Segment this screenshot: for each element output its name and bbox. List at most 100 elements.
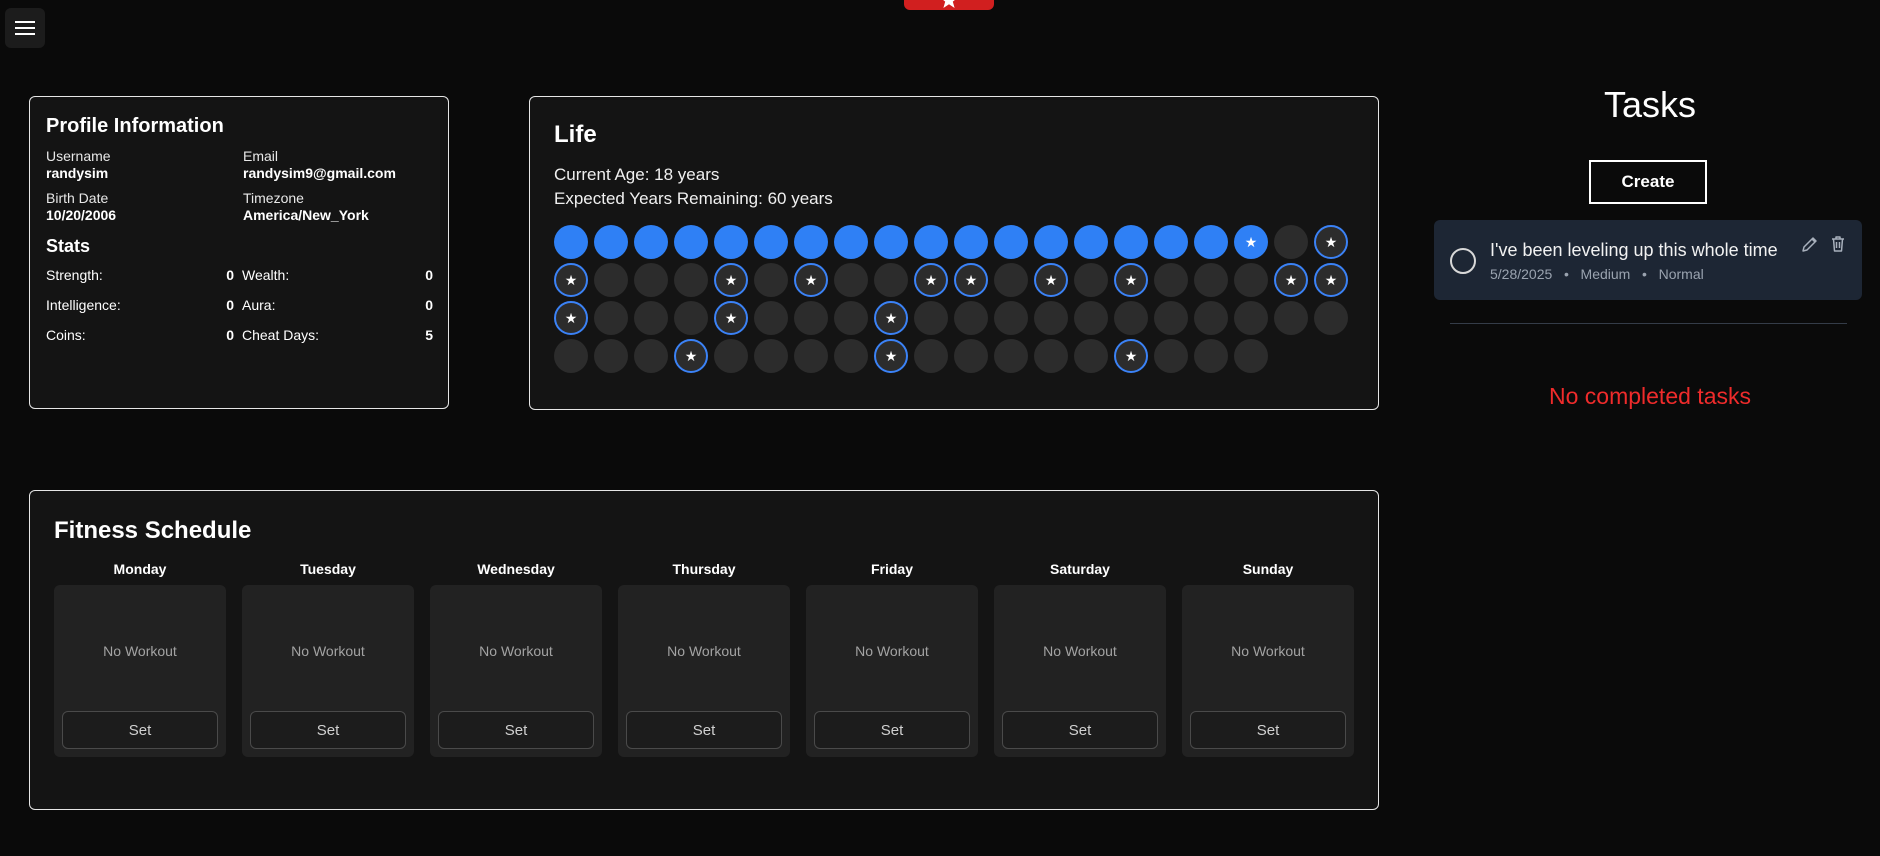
life-year-dot: ★ [1114, 339, 1148, 373]
day-status: No Workout [1043, 643, 1117, 659]
birth-date-value: 10/20/2006 [46, 207, 117, 223]
create-task-button[interactable]: Create [1589, 160, 1707, 204]
fitness-days: Monday No Workout Set Tuesday No Workout… [54, 561, 1354, 757]
stat-label: Cheat Days: [242, 327, 320, 343]
timezone-label: Timezone [243, 190, 304, 206]
set-workout-button[interactable]: Set [62, 711, 218, 749]
life-year-dot: ★ [1034, 263, 1068, 297]
life-year-dot [1234, 339, 1268, 373]
life-year-dot: ★ [874, 301, 908, 335]
day-column-thursday: Thursday No Workout Set [618, 561, 790, 757]
set-workout-button[interactable]: Set [626, 711, 782, 749]
life-year-dot [754, 301, 788, 335]
life-year-dot [1274, 225, 1308, 259]
day-name: Monday [113, 561, 167, 577]
top-red-tab[interactable] [904, 0, 994, 10]
life-year-dot: ★ [794, 263, 828, 297]
life-year-dot [714, 339, 748, 373]
day-name: Friday [870, 561, 913, 577]
life-year-dot [754, 263, 788, 297]
pencil-icon[interactable] [1800, 234, 1820, 254]
life-year-dot [1194, 263, 1228, 297]
expected-years-text: Expected Years Remaining: 60 years [554, 189, 833, 208]
set-workout-button[interactable]: Set [814, 711, 970, 749]
set-workout-button[interactable]: Set [438, 711, 594, 749]
stat-value: 0 [226, 297, 234, 313]
day-status: No Workout [479, 643, 553, 659]
day-card: No Workout Set [618, 585, 790, 757]
life-year-dot [834, 339, 868, 373]
trash-icon[interactable] [1828, 234, 1848, 254]
hamburger-menu-icon [15, 21, 35, 35]
day-status: No Workout [291, 643, 365, 659]
life-year-dot [554, 339, 588, 373]
no-completed-tasks-text: No completed tasks [1549, 383, 1751, 409]
life-year-dot [1074, 225, 1108, 259]
stat-label: Intelligence: [46, 297, 121, 313]
life-year-dot [914, 301, 948, 335]
stat-aura: Aura: 0 [236, 297, 433, 313]
life-year-dot [794, 225, 828, 259]
life-year-dot [1114, 301, 1148, 335]
life-year-dot [634, 225, 668, 259]
life-year-dot [1034, 339, 1068, 373]
menu-button[interactable] [5, 8, 45, 48]
day-status: No Workout [1231, 643, 1305, 659]
life-year-dot [834, 263, 868, 297]
life-year-dot [1194, 225, 1228, 259]
stat-coins: Coins: 0 [46, 327, 234, 343]
set-workout-button[interactable]: Set [1190, 711, 1346, 749]
life-year-dot [594, 301, 628, 335]
tasks-title: Tasks [1603, 84, 1697, 125]
life-year-dot [594, 339, 628, 373]
life-year-dot: ★ [674, 339, 708, 373]
task-meta: 5/28/2025 • Medium • Normal [1490, 266, 1704, 282]
life-year-dot [1234, 263, 1268, 297]
email-label: Email [243, 148, 279, 164]
life-year-dot: ★ [1114, 263, 1148, 297]
life-year-dot [834, 301, 868, 335]
stat-value: 0 [425, 267, 433, 283]
set-workout-button[interactable]: Set [1002, 711, 1158, 749]
stat-value: 0 [226, 267, 234, 283]
life-year-dot [1274, 301, 1308, 335]
life-year-dot [634, 263, 668, 297]
life-year-dot: ★ [1314, 263, 1348, 297]
life-year-dot [1314, 301, 1348, 335]
day-column-saturday: Saturday No Workout Set [994, 561, 1166, 757]
email-value: randysim9@gmail.com [243, 165, 396, 181]
life-year-dot [954, 339, 988, 373]
life-year-dot [634, 339, 668, 373]
timezone-value: America/New_York [243, 207, 369, 223]
fitness-title: Fitness Schedule [54, 517, 252, 544]
day-name: Wednesday [477, 561, 555, 577]
stat-wealth: Wealth: 0 [236, 267, 433, 283]
life-year-dot [994, 301, 1028, 335]
stat-label: Strength: [46, 267, 103, 283]
life-year-dot: ★ [954, 263, 988, 297]
life-year-dot [1034, 301, 1068, 335]
life-year-dot: ★ [554, 263, 588, 297]
day-card: No Workout Set [430, 585, 602, 757]
life-year-dot [914, 339, 948, 373]
task-item[interactable]: I've been leveling up this whole time 5/… [1434, 220, 1862, 300]
life-year-dot [634, 301, 668, 335]
circle-outline-icon[interactable] [1450, 248, 1476, 274]
life-year-dot [994, 225, 1028, 259]
life-panel: Life Current Age: 18 years Expected Year… [529, 96, 1379, 410]
stat-intelligence: Intelligence: 0 [46, 297, 234, 313]
set-workout-button[interactable]: Set [250, 711, 406, 749]
life-year-dot [594, 225, 628, 259]
life-year-dot [794, 301, 828, 335]
day-status: No Workout [667, 643, 741, 659]
day-card: No Workout Set [1182, 585, 1354, 757]
profile-title: Profile Information [46, 115, 224, 137]
stat-label: Coins: [46, 327, 86, 343]
day-name: Tuesday [300, 561, 356, 577]
life-year-dot [1194, 339, 1228, 373]
meta-separator: • [1563, 266, 1569, 282]
life-year-dot [1074, 301, 1108, 335]
life-year-dot [914, 225, 948, 259]
life-year-dot: ★ [874, 339, 908, 373]
life-year-dot [1074, 339, 1108, 373]
